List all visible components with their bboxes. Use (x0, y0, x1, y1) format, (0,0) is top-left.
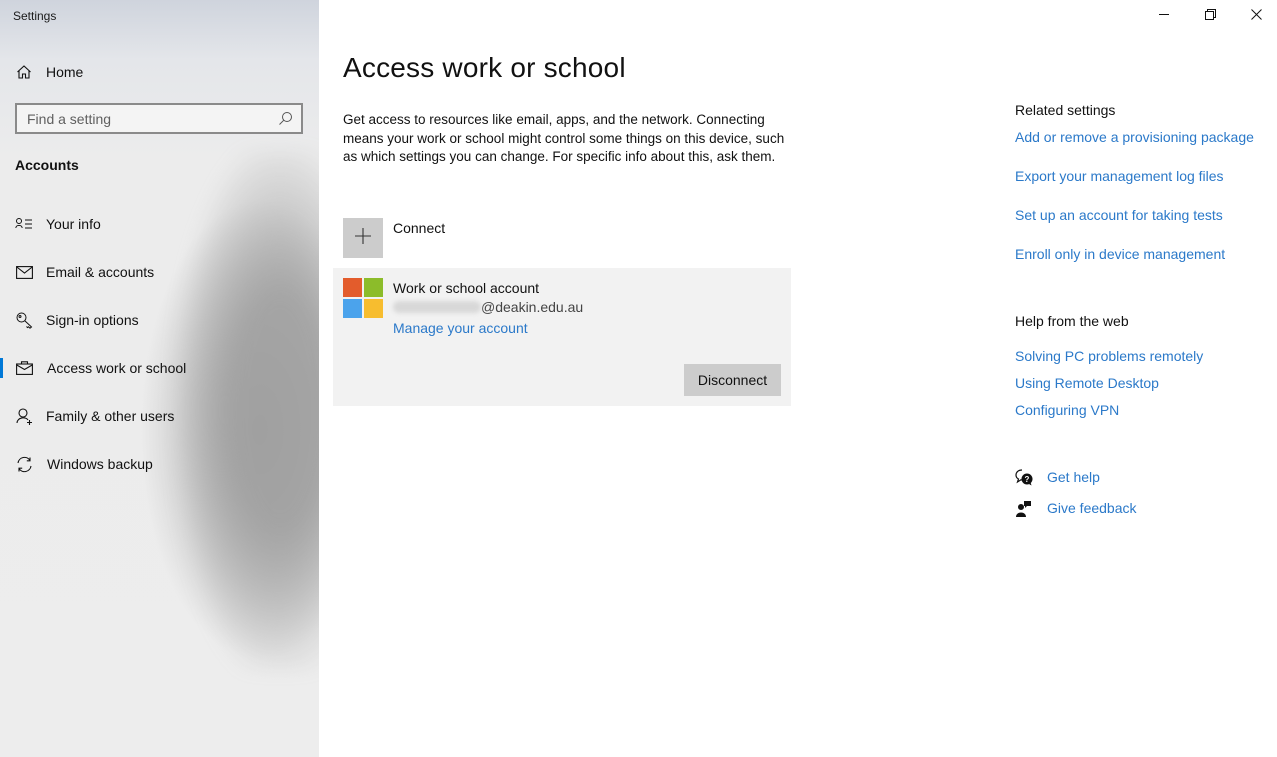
minimize-button[interactable] (1141, 0, 1187, 32)
close-icon (1250, 7, 1262, 25)
logo-square-green (364, 278, 383, 297)
redacted-username (393, 301, 481, 313)
restore-button[interactable] (1187, 0, 1233, 32)
give-feedback-link[interactable]: Give feedback (1015, 499, 1137, 517)
account-card[interactable]: Work or school account @deakin.edu.au Ma… (333, 268, 791, 406)
connect-button[interactable]: Connect (343, 218, 445, 258)
related-settings-heading: Related settings (1015, 102, 1116, 118)
help-from-web-heading: Help from the web (1015, 313, 1129, 329)
search-box[interactable] (15, 103, 303, 134)
email-domain: @deakin.edu.au (481, 299, 584, 315)
sidebar-item-access-work-or-school[interactable]: Access work or school (0, 348, 319, 388)
sidebar-item-email-accounts[interactable]: Email & accounts (0, 252, 319, 292)
account-email: @deakin.edu.au (393, 299, 583, 315)
person-list-icon (15, 215, 33, 233)
connect-tile (343, 218, 383, 258)
mail-icon (15, 263, 33, 281)
minimize-icon (1158, 7, 1170, 25)
help-link-configuring-vpn[interactable]: Configuring VPN (1015, 402, 1119, 418)
connect-label: Connect (393, 220, 446, 236)
home-icon (15, 63, 33, 81)
sidebar-item-home[interactable]: Home (0, 52, 319, 92)
sidebar-item-windows-backup[interactable]: Windows backup (0, 444, 319, 484)
help-link-solving-pc-problems[interactable]: Solving PC problems remotely (1015, 348, 1203, 364)
page-description: Get access to resources like email, apps… (343, 112, 785, 164)
logo-square-yellow (364, 299, 383, 318)
briefcase-icon (15, 359, 33, 377)
related-link-provisioning-package[interactable]: Add or remove a provisioning package (1015, 129, 1254, 145)
sidebar-item-label: Access work or school (47, 360, 187, 376)
give-feedback-icon (1015, 499, 1033, 517)
sidebar-item-label: Family & other users (46, 408, 175, 424)
close-button[interactable] (1233, 0, 1277, 32)
sidebar-item-sign-in-options[interactable]: Sign-in options (0, 300, 319, 340)
page-title: Access work or school (343, 52, 626, 83)
sidebar-item-label: Home (46, 64, 84, 80)
logo-square-blue (343, 299, 362, 318)
app-title: Settings (13, 9, 57, 23)
person-add-icon (15, 407, 33, 425)
logo-square-red (343, 278, 362, 297)
related-link-export-logs[interactable]: Export your management log files (1015, 168, 1224, 184)
related-link-enroll-device-management[interactable]: Enroll only in device management (1015, 246, 1225, 262)
search-icon[interactable] (278, 111, 293, 131)
sidebar-item-label: Sign-in options (46, 312, 139, 328)
disconnect-button[interactable]: Disconnect (684, 364, 781, 396)
manage-account-link[interactable]: Manage your account (393, 320, 528, 336)
svg-text:?: ? (1025, 475, 1030, 484)
help-link-remote-desktop[interactable]: Using Remote Desktop (1015, 375, 1159, 391)
search-input[interactable] (17, 105, 267, 132)
microsoft-logo-icon (343, 278, 383, 318)
sidebar: Settings Home Accounts Your info (0, 0, 319, 757)
related-link-test-account[interactable]: Set up an account for taking tests (1015, 207, 1223, 223)
plus-icon (355, 227, 371, 249)
sidebar-item-family-other-users[interactable]: Family & other users (0, 396, 319, 436)
sidebar-item-your-info[interactable]: Your info (0, 204, 319, 244)
get-help-icon: ? (1015, 468, 1033, 486)
account-type-label: Work or school account (393, 280, 540, 296)
sync-icon (15, 455, 33, 473)
sidebar-item-label: Email & accounts (46, 264, 155, 280)
give-feedback-label: Give feedback (1047, 500, 1137, 516)
get-help-link[interactable]: ? Get help (1015, 468, 1100, 486)
key-icon (15, 311, 33, 329)
sidebar-item-label: Your info (46, 216, 101, 232)
active-indicator (0, 358, 3, 378)
restore-icon (1204, 7, 1216, 25)
section-title: Accounts (15, 157, 79, 173)
get-help-label: Get help (1047, 469, 1100, 485)
sidebar-item-label: Windows backup (47, 456, 153, 472)
